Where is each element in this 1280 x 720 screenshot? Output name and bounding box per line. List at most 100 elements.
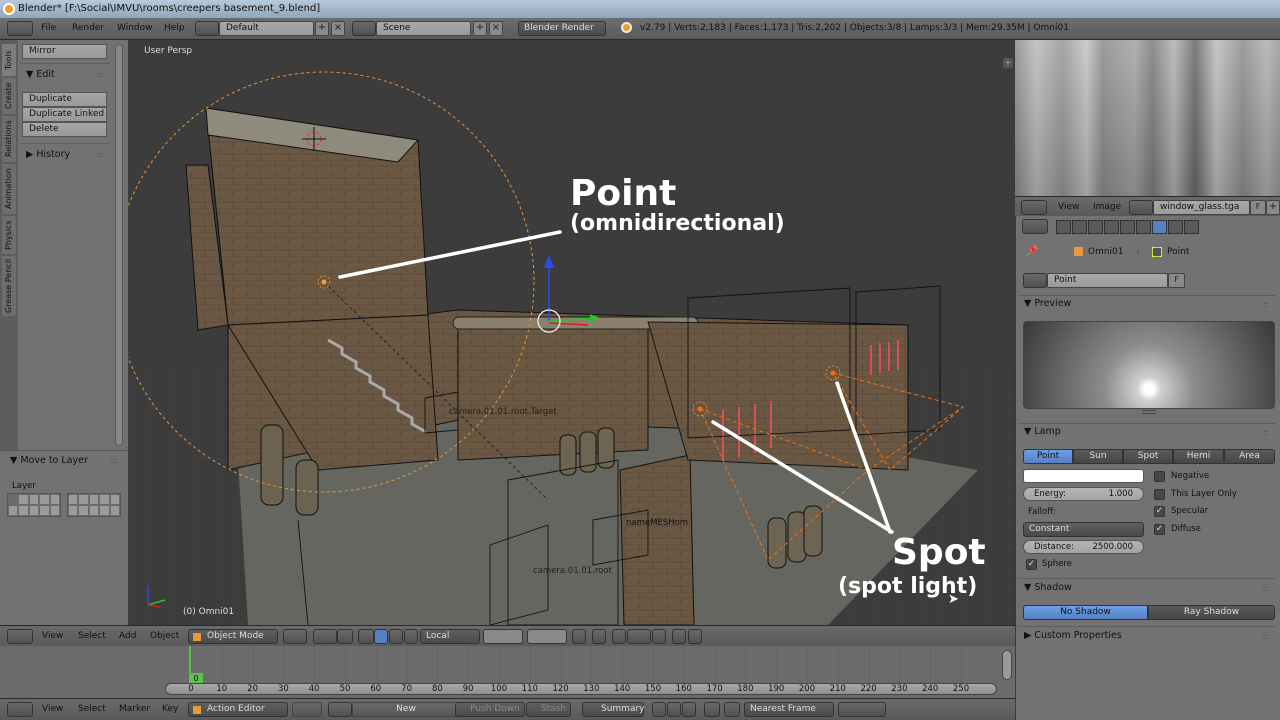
proportional-edit-icon[interactable] [592,629,606,644]
shadow-panel-header[interactable]: ▼ Shadow [1024,582,1072,593]
image-browse-icon[interactable] [1129,200,1153,215]
history-panel-header[interactable]: ▶ History [26,149,70,160]
scene-layers-1[interactable] [483,629,523,644]
distance-field[interactable]: Distance: 2500.000 [1023,540,1144,554]
auto-snap-icon[interactable] [724,702,740,717]
screen-layout-field[interactable]: Default [219,21,314,36]
render-animation-icon[interactable] [688,629,702,644]
remove-screen-button[interactable]: × [331,21,345,36]
lamp-type-spot[interactable]: Spot [1123,449,1173,464]
timeline-vertical-scrollbar[interactable] [1002,650,1012,680]
menu-select[interactable]: Select [78,631,106,641]
duplicate-linked-button[interactable]: Duplicate Linked [22,107,107,122]
layer-grid-left[interactable] [7,493,61,517]
pin-icon[interactable]: 📌 [1026,246,1038,257]
tab-relations[interactable]: Relations [2,116,16,162]
lamp-browse-icon[interactable] [1023,273,1047,288]
pivot-point-icon[interactable] [313,629,337,644]
panel-grip-icon[interactable]: :::: [96,70,104,79]
menu-render[interactable]: Render [72,23,104,33]
push-down-button[interactable]: Push Down [455,702,525,717]
menu-object[interactable]: Object [150,631,179,641]
viewport-shading-icon[interactable] [283,629,307,644]
tab-animation[interactable]: Animation [2,164,16,214]
only-selected-icon[interactable] [652,702,666,717]
render-engine-dropdown[interactable]: Blender Render [518,21,606,36]
layer-grid-right[interactable] [67,493,121,517]
add-scene-button[interactable]: + [473,21,487,36]
specular-checkbox[interactable]: ✓ [1154,506,1165,517]
edit-panel-header[interactable]: ▼ Edit [26,69,55,80]
menu-view[interactable]: View [1058,202,1079,212]
energy-field[interactable]: Energy: 1.000 [1023,487,1144,501]
filter-icon[interactable] [704,702,720,717]
scene-layers-2[interactable] [527,629,567,644]
image-editor-preview[interactable] [1015,40,1280,196]
auto-snap-dropdown[interactable]: Nearest Frame [744,702,834,717]
stash-button[interactable]: Stash [526,702,571,717]
panel-grip-icon[interactable]: :::: [96,150,104,159]
menu-help[interactable]: Help [164,23,185,33]
editor-type-dopesheet-icon[interactable] [7,702,33,717]
panel-grip-icon[interactable]: :::: [1261,584,1269,593]
show-hidden-icon[interactable] [667,702,681,717]
panel-grip-icon[interactable]: :::: [110,456,118,465]
tab-tools[interactable]: Tools [2,44,16,76]
screen-layout-icon[interactable] [195,21,219,36]
snap-target-icon[interactable] [652,629,666,644]
menu-view[interactable]: View [42,704,63,714]
lamp-name-field[interactable]: Point [1047,273,1168,288]
ray-shadow-button[interactable]: Ray Shadow [1148,605,1275,620]
fake-user-button[interactable]: F [1250,200,1266,215]
action-browse-icon[interactable] [328,702,352,717]
mode-dropdown[interactable]: Object Mode [188,629,278,644]
menu-key[interactable]: Key [162,704,178,714]
snap-element-icon[interactable] [627,629,651,644]
image-name-field[interactable]: window_glass.tga [1153,200,1250,215]
tab-scene[interactable] [1088,220,1103,234]
orientation-dropdown[interactable]: Local [420,629,480,644]
remove-scene-button[interactable]: × [489,21,503,36]
snap-toggle-icon[interactable] [612,629,626,644]
tab-object[interactable] [1120,220,1135,234]
delete-button[interactable]: Delete [22,122,107,137]
negative-checkbox[interactable] [1154,471,1165,482]
translate-manipulator-icon[interactable] [374,629,388,644]
menu-select[interactable]: Select [78,704,106,714]
lamp-type-sun[interactable]: Sun [1073,449,1123,464]
tool-shelf-scrollbar[interactable] [115,44,123,446]
layer-prev-next-buttons[interactable] [292,702,322,717]
lamp-type-area[interactable]: Area [1224,449,1275,464]
move-to-layer-header[interactable]: ▼ Move to Layer [10,455,88,466]
new-action-button[interactable]: New [352,702,460,717]
menu-image[interactable]: Image [1093,202,1121,212]
tab-render[interactable] [1056,220,1071,234]
mirror-button[interactable]: Mirror [22,44,107,59]
editor-type-image-icon[interactable] [1021,200,1047,215]
menu-file[interactable]: File [41,23,56,33]
lock-layers-icon[interactable] [572,629,586,644]
sphere-checkbox[interactable]: ✓ [1026,559,1037,570]
menu-marker[interactable]: Marker [119,704,150,714]
render-opengl-icon[interactable] [672,629,686,644]
lamp-fake-user-button[interactable]: F [1168,273,1185,288]
lamp-color-swatch[interactable] [1023,469,1144,483]
diffuse-checkbox[interactable]: ✓ [1154,524,1165,535]
3d-viewport[interactable]: User Persp (0) Omni01 camera.01.01.root.… [128,40,1015,625]
duplicate-button[interactable]: Duplicate [22,92,107,107]
tab-create[interactable]: Create [2,78,16,114]
properties-region-toggle[interactable]: + [1003,58,1013,68]
rotate-manipulator-icon[interactable] [389,629,403,644]
menu-add[interactable]: Add [119,631,136,641]
panel-grip-icon[interactable]: :::: [1261,428,1269,437]
scene-field[interactable]: Scene [376,21,471,36]
dopesheet-mode-dropdown[interactable]: Action Editor [188,702,288,717]
panel-grip-icon[interactable]: :::: [1261,300,1269,309]
tab-texture[interactable] [1168,220,1183,234]
tab-physics[interactable]: Physics [2,216,16,254]
tab-lamp-data[interactable] [1152,220,1167,234]
copy-paste-keys-icon[interactable] [838,702,886,717]
preview-panel-header[interactable]: ▼ Preview [1024,298,1071,309]
tab-physics[interactable] [1184,220,1199,234]
tab-constraints[interactable] [1136,220,1151,234]
